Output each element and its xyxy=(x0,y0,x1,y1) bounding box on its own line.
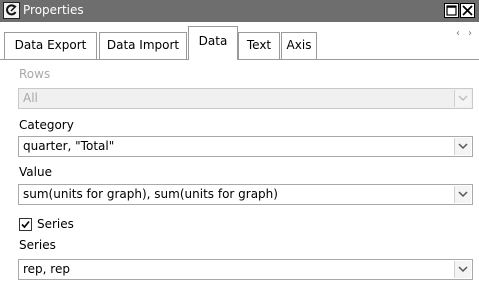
value-label: Value xyxy=(19,165,52,179)
category-value: quarter, "Total" xyxy=(23,139,115,153)
tab-data-import[interactable]: Data Import xyxy=(99,32,187,59)
properties-window: Properties Data Export Data Import Data … xyxy=(0,0,479,300)
tab-axis[interactable]: Axis xyxy=(281,32,317,59)
rows-select: All xyxy=(18,88,473,109)
tab-scroll-left-icon[interactable]: ‹ xyxy=(456,28,460,39)
rows-label: Rows xyxy=(19,67,51,81)
chevron-down-icon[interactable] xyxy=(454,261,471,278)
value-value: sum(units for graph), sum(units for grap… xyxy=(23,187,278,201)
category-label: Category xyxy=(19,118,74,132)
restore-button[interactable] xyxy=(444,3,459,18)
window-title: Properties xyxy=(23,3,84,17)
title-bar[interactable]: Properties xyxy=(0,0,479,22)
tab-label: Text xyxy=(246,38,272,52)
series-checkbox[interactable] xyxy=(19,218,32,231)
series-select[interactable]: rep, rep xyxy=(18,259,473,280)
tab-divider xyxy=(0,59,479,60)
value-select[interactable]: sum(units for graph), sum(units for grap… xyxy=(18,184,473,205)
series-value: rep, rep xyxy=(23,262,70,276)
tab-strip: Data Export Data Import Data Text Axis ‹… xyxy=(0,22,479,60)
tab-label: Data Import xyxy=(106,38,180,52)
tab-label: Data xyxy=(198,34,228,48)
tab-data[interactable]: Data xyxy=(188,26,238,60)
rows-value: All xyxy=(23,91,38,105)
tab-scroll-right-icon[interactable]: › xyxy=(468,28,472,39)
tab-text[interactable]: Text xyxy=(238,32,280,59)
tab-data-export[interactable]: Data Export xyxy=(4,32,97,59)
chevron-down-icon xyxy=(454,90,471,107)
tab-label: Axis xyxy=(286,38,312,52)
close-button[interactable] xyxy=(460,3,475,18)
chevron-down-icon[interactable] xyxy=(454,138,471,155)
chevron-down-icon[interactable] xyxy=(454,186,471,203)
app-icon xyxy=(3,2,20,19)
checkmark-icon xyxy=(21,220,30,229)
category-select[interactable]: quarter, "Total" xyxy=(18,136,473,157)
tab-label: Data Export xyxy=(14,38,87,52)
series-label: Series xyxy=(19,238,56,252)
series-checkbox-label[interactable]: Series xyxy=(37,216,74,232)
